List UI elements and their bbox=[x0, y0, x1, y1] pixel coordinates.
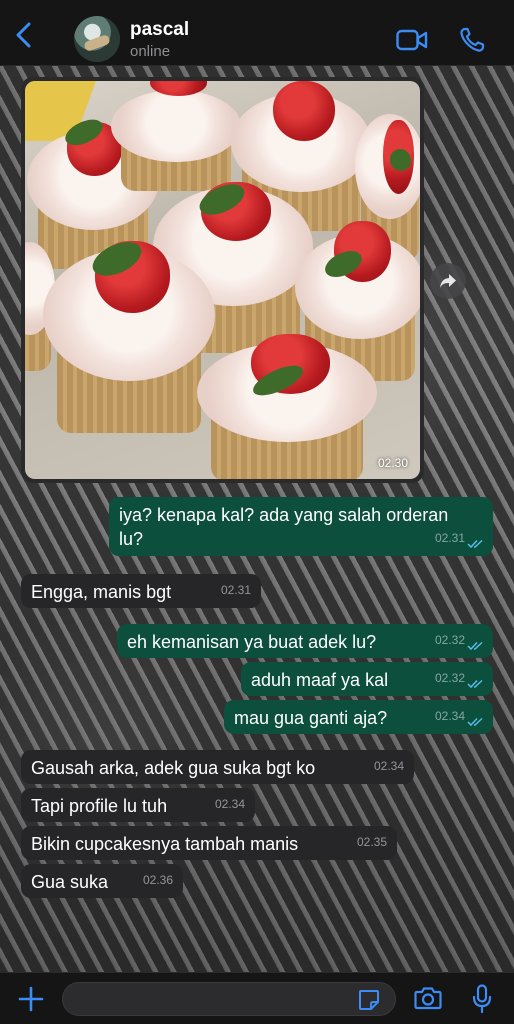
message-time: 02.31 bbox=[220, 583, 251, 597]
message-bubble-outgoing[interactable]: mau gua ganti aja? 02.34 bbox=[224, 700, 493, 734]
message-time: 02.31 bbox=[434, 531, 465, 545]
contact-status: online bbox=[130, 43, 171, 60]
message-text-line: lu? bbox=[119, 529, 144, 549]
message-text: Tapi profile lu tuh bbox=[31, 796, 168, 816]
message-bubble-outgoing[interactable]: iya? kenapa kal? ada yang salah orderan … bbox=[109, 497, 493, 556]
read-ticks-icon bbox=[467, 717, 483, 727]
message-bubble-incoming[interactable]: Engga, manis bgt 02.31 bbox=[21, 574, 261, 608]
camera-icon[interactable] bbox=[414, 986, 442, 1010]
contact-name[interactable]: pascal bbox=[130, 19, 189, 41]
message-text: Engga, manis bgt bbox=[31, 582, 172, 602]
cupcake bbox=[197, 331, 377, 479]
cupcake bbox=[43, 233, 215, 433]
message-bubble-outgoing[interactable]: eh kemanisan ya buat adek lu? 02.32 bbox=[117, 624, 493, 658]
message-time: 02.32 bbox=[434, 633, 465, 647]
message-bubble-outgoing[interactable]: aduh maaf ya kal 02.32 bbox=[241, 662, 493, 696]
message-text: Gua suka bbox=[31, 872, 109, 892]
image-message-bubble[interactable]: 02.30 bbox=[21, 77, 424, 483]
message-text: Gausah arka, adek gua suka bgt ko bbox=[31, 758, 316, 778]
message-text: Bikin cupcakesnya tambah manis bbox=[31, 834, 299, 854]
message-text: eh kemanisan ya buat adek lu? bbox=[127, 632, 377, 652]
plus-icon[interactable] bbox=[18, 986, 44, 1012]
image-timestamp: 02.30 bbox=[377, 456, 408, 470]
message-time: 02.32 bbox=[434, 671, 465, 685]
back-chevron-icon[interactable] bbox=[12, 22, 36, 48]
cupcakes-photo[interactable]: 02.30 bbox=[25, 81, 420, 479]
video-call-icon[interactable] bbox=[396, 29, 428, 51]
sticker-icon[interactable] bbox=[357, 988, 381, 1012]
message-bubble-incoming[interactable]: Gua suka 02.36 bbox=[21, 864, 183, 898]
message-text: mau gua ganti aja? bbox=[234, 708, 388, 728]
forward-button[interactable] bbox=[430, 263, 466, 299]
forward-arrow-icon bbox=[440, 274, 456, 288]
message-input[interactable] bbox=[62, 982, 396, 1016]
message-text: aduh maaf ya kal bbox=[251, 670, 389, 690]
message-time: 02.34 bbox=[373, 759, 404, 773]
message-time: 02.36 bbox=[142, 873, 173, 887]
composer-bar bbox=[0, 972, 514, 1024]
read-ticks-icon bbox=[467, 539, 483, 549]
contact-avatar[interactable] bbox=[74, 16, 120, 62]
message-bubble-incoming[interactable]: Gausah arka, adek gua suka bgt ko 02.34 bbox=[21, 750, 414, 784]
microphone-icon[interactable] bbox=[472, 984, 492, 1014]
message-bubble-incoming[interactable]: Bikin cupcakesnya tambah manis 02.35 bbox=[21, 826, 397, 860]
chat-header: pascal online bbox=[0, 0, 514, 66]
message-time: 02.35 bbox=[356, 835, 387, 849]
read-ticks-icon bbox=[467, 679, 483, 689]
message-bubble-incoming[interactable]: Tapi profile lu tuh 02.34 bbox=[21, 788, 255, 822]
phone-call-icon[interactable] bbox=[459, 27, 485, 53]
message-time: 02.34 bbox=[214, 797, 245, 811]
message-time: 02.34 bbox=[434, 709, 465, 723]
message-text-line: iya? kenapa kal? ada yang salah orderan bbox=[119, 505, 449, 525]
read-ticks-icon bbox=[467, 641, 483, 651]
